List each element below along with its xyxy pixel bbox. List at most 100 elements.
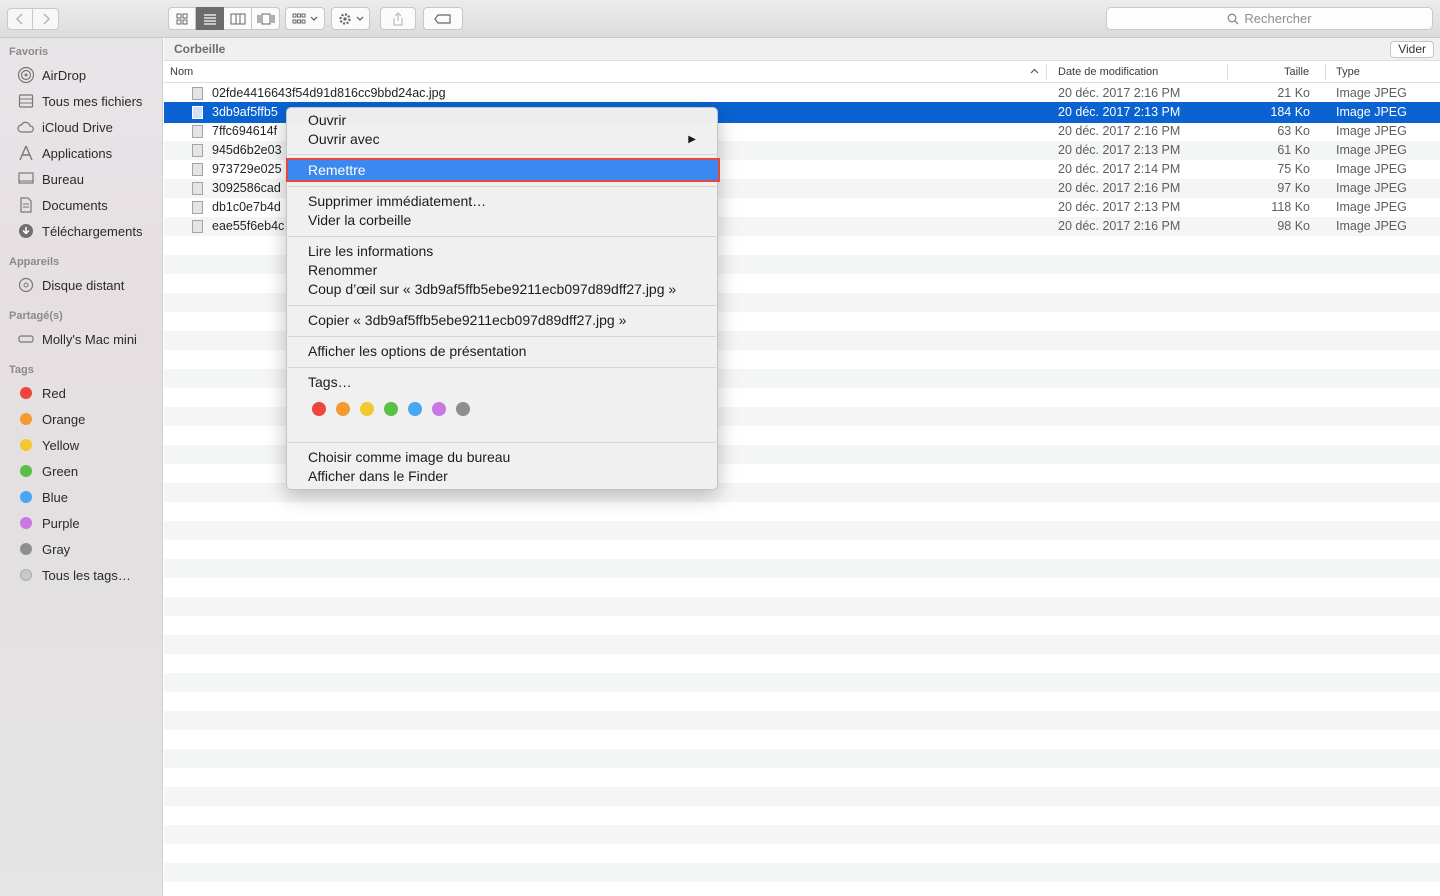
share-button[interactable] (380, 7, 416, 30)
empty-row (164, 635, 1440, 654)
menu-item-show-in-finder[interactable]: Afficher dans le Finder (308, 467, 448, 486)
sidebar-item-downloads[interactable]: Téléchargements (17, 220, 163, 242)
column-date[interactable]: Date de modification (1058, 66, 1158, 78)
sidebar-item-icloud-drive[interactable]: iCloud Drive (17, 116, 163, 138)
file-size: 118 Ko (1271, 200, 1310, 214)
forward-button[interactable] (33, 8, 59, 30)
share-icon (393, 11, 403, 26)
edit-tags-button[interactable] (423, 7, 463, 30)
red-tag-icon[interactable] (312, 402, 326, 416)
file-date: 20 déc. 2017 2:16 PM (1058, 124, 1181, 138)
cover-flow-view-button[interactable] (252, 7, 280, 30)
chevron-down-icon (356, 16, 363, 21)
yellow-tag-icon[interactable] (360, 402, 374, 416)
file-date: 20 déc. 2017 2:16 PM (1058, 86, 1181, 100)
sidebar-item-mac-mini[interactable]: Molly's Mac mini (17, 328, 163, 350)
file-type: Image JPEG (1336, 86, 1407, 100)
column-header: Nom Date de modification Taille Type (164, 61, 1440, 83)
action-menu-button[interactable] (331, 7, 370, 30)
menu-item-quick-look[interactable]: Coup d’œil sur « 3db9af5ffb5ebe9211ecb09… (308, 280, 676, 299)
sidebar: Favoris AirDrop Tous mes fichiers iCloud… (0, 38, 163, 896)
image-file-icon (192, 220, 203, 233)
file-date: 20 déc. 2017 2:16 PM (1058, 181, 1181, 195)
sidebar-item-label: Molly's Mac mini (42, 331, 137, 347)
blue-tag-icon[interactable] (408, 402, 422, 416)
sidebar-item-label: Tous mes fichiers (42, 93, 143, 109)
sidebar-item-all-files[interactable]: Tous mes fichiers (17, 90, 163, 112)
applications-icon (17, 144, 35, 162)
sidebar-item-applications[interactable]: Applications (17, 142, 163, 164)
file-size: 98 Ko (1277, 219, 1310, 233)
empty-row (164, 559, 1440, 578)
file-row[interactable]: 02fde4416643f54d91d816cc9bbd24ac.jpg 20 … (164, 84, 1440, 103)
sidebar-tag-purple[interactable]: Purple (17, 512, 163, 534)
airdrop-icon (17, 66, 35, 84)
back-button[interactable] (7, 8, 33, 30)
sidebar-item-airdrop[interactable]: AirDrop (17, 64, 163, 86)
purple-tag-icon[interactable] (432, 402, 446, 416)
search-placeholder: Rechercher (1244, 11, 1312, 26)
empty-trash-button[interactable]: Vider (1390, 41, 1434, 58)
column-size[interactable]: Taille (1284, 66, 1309, 78)
context-menu: Ouvrir Ouvrir avec ▶ Remettre Supprimer … (286, 107, 720, 490)
column-view-button[interactable] (224, 7, 252, 30)
menu-item-open[interactable]: Ouvrir (308, 111, 346, 130)
file-size: 63 Ko (1277, 124, 1310, 138)
menu-separator (288, 186, 718, 187)
menu-item-put-back[interactable]: Remettre (286, 158, 720, 182)
menu-item-label: Remettre (308, 162, 366, 178)
menu-separator (288, 367, 718, 368)
menu-item-tags[interactable]: Tags… (308, 373, 352, 392)
list-view-button[interactable] (196, 7, 224, 30)
sidebar-all-tags[interactable]: Tous les tags… (17, 564, 163, 586)
view-mode-segment (168, 7, 280, 30)
sidebar-item-remote-disc[interactable]: Disque distant (17, 274, 163, 296)
menu-item-delete-immediately[interactable]: Supprimer immédiatement… (308, 192, 486, 211)
menu-separator (288, 336, 718, 337)
file-size: 75 Ko (1277, 162, 1310, 176)
icon-view-button[interactable] (168, 7, 196, 30)
file-type: Image JPEG (1336, 143, 1407, 157)
search-field[interactable]: Rechercher (1106, 7, 1433, 30)
sidebar-tag-blue[interactable]: Blue (17, 486, 163, 508)
arrange-button[interactable] (285, 7, 325, 30)
empty-row (164, 787, 1440, 806)
empty-row (164, 711, 1440, 730)
file-name: 3db9af5ffb5 (212, 105, 278, 119)
gray-tag-icon[interactable] (456, 402, 470, 416)
menu-item-copy[interactable]: Copier « 3db9af5ffb5ebe9211ecb097d89dff2… (308, 311, 626, 330)
empty-row (164, 768, 1440, 787)
tag-group (423, 7, 463, 30)
sidebar-tag-green[interactable]: Green (17, 460, 163, 482)
computer-icon (17, 330, 35, 348)
sidebar-item-desktop[interactable]: Bureau (17, 168, 163, 190)
sidebar-item-label: Green (42, 463, 79, 479)
sidebar-tag-yellow[interactable]: Yellow (17, 434, 163, 456)
orange-tag-icon[interactable] (336, 402, 350, 416)
menu-item-view-options[interactable]: Afficher les options de présentation (308, 342, 526, 361)
column-type[interactable]: Type (1336, 66, 1360, 78)
column-name[interactable]: Nom (170, 66, 193, 78)
menu-item-set-desktop-picture[interactable]: Choisir comme image du bureau (308, 448, 510, 467)
sidebar-tag-red[interactable]: Red (17, 382, 163, 404)
file-size: 184 Ko (1270, 105, 1310, 119)
sidebar-tag-orange[interactable]: Orange (17, 408, 163, 430)
empty-row (164, 521, 1440, 540)
cloud-icon (17, 118, 35, 136)
columns-icon (230, 13, 245, 24)
image-file-icon (192, 182, 203, 195)
green-tag-icon[interactable] (384, 402, 398, 416)
menu-item-rename[interactable]: Renommer (308, 261, 377, 280)
file-type: Image JPEG (1336, 162, 1407, 176)
sidebar-item-label: AirDrop (42, 67, 87, 83)
menu-item-get-info[interactable]: Lire les informations (308, 242, 433, 261)
sidebar-tag-gray[interactable]: Gray (17, 538, 163, 560)
all-files-icon (17, 92, 35, 110)
menu-separator (288, 236, 718, 237)
sidebar-item-label: iCloud Drive (42, 119, 113, 135)
file-name: 02fde4416643f54d91d816cc9bbd24ac.jpg (212, 86, 446, 100)
sidebar-item-documents[interactable]: Documents (17, 194, 163, 216)
menu-item-open-with[interactable]: Ouvrir avec ▶ (308, 130, 708, 149)
file-name: 973729e025 (212, 162, 282, 176)
menu-item-empty-trash[interactable]: Vider la corbeille (308, 211, 411, 230)
